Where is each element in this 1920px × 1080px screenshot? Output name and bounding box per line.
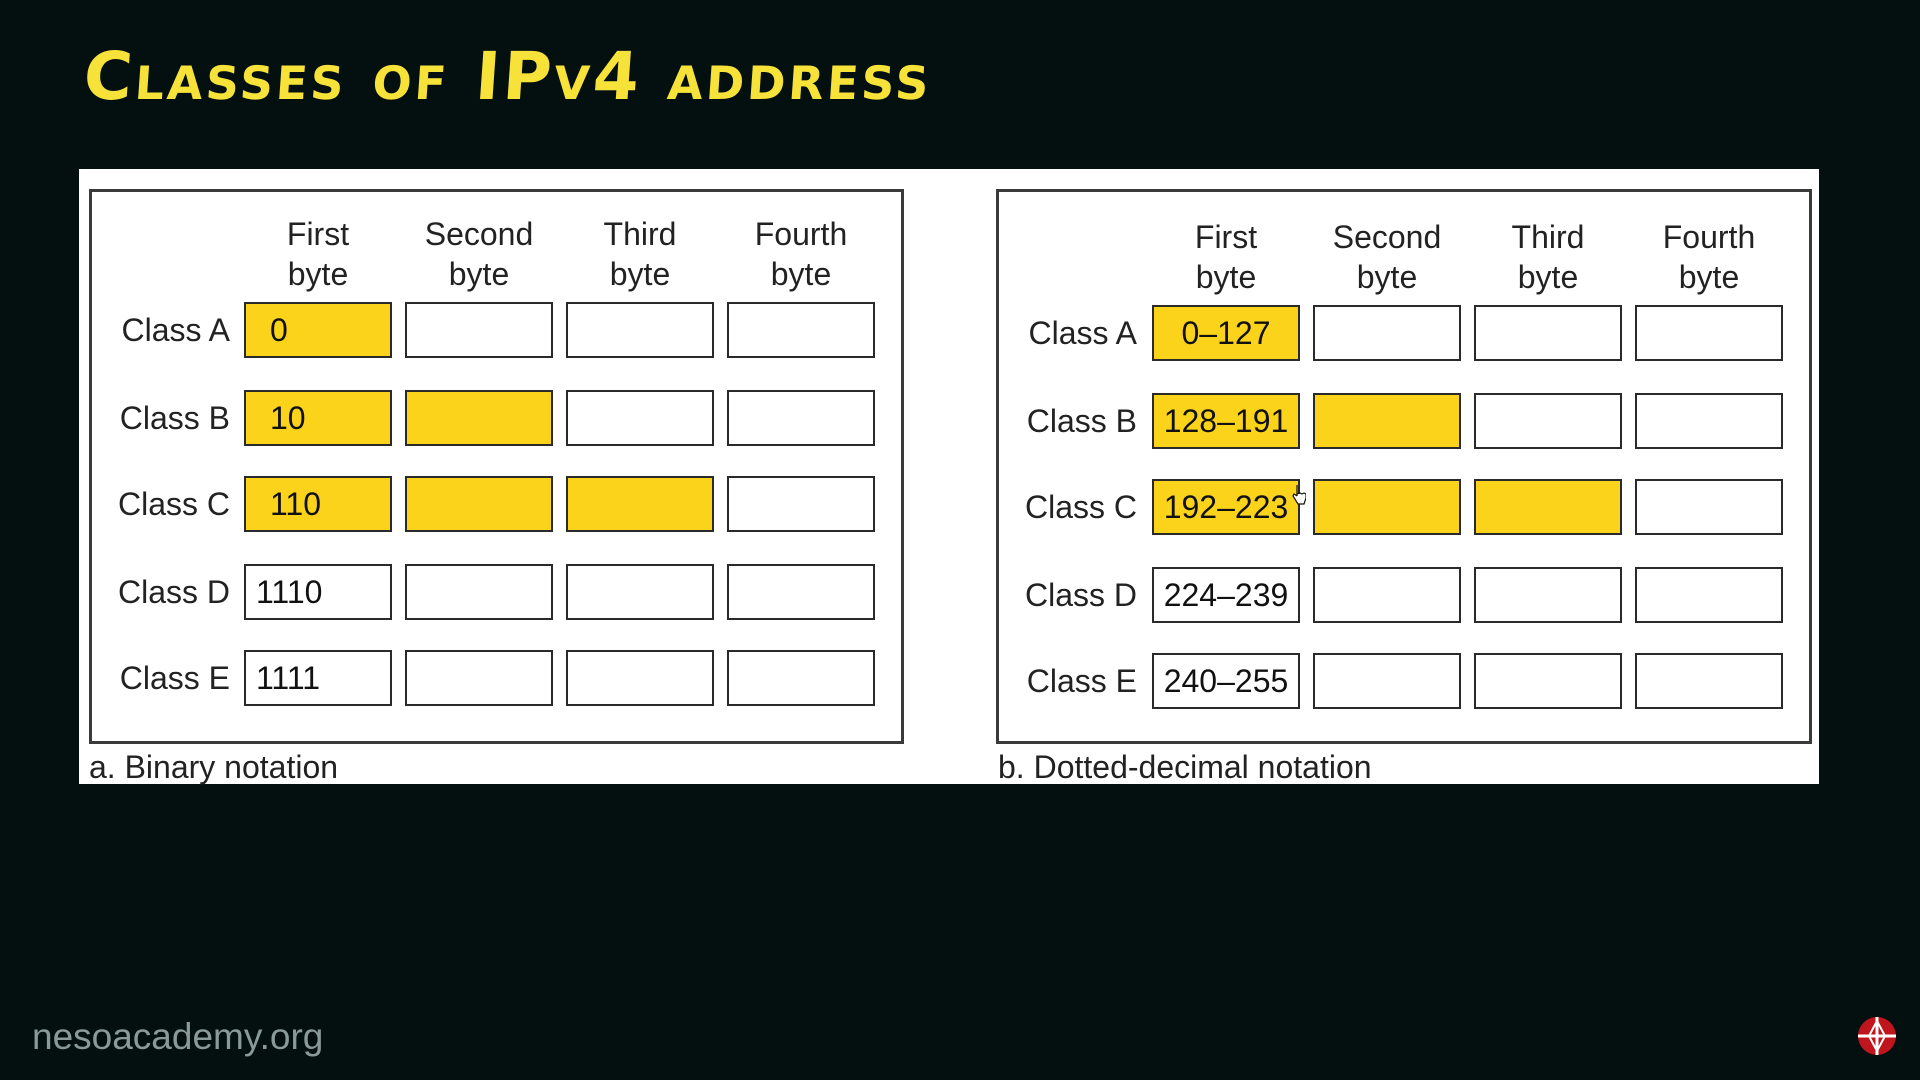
- class-e-second-byte: [405, 650, 553, 706]
- site-watermark: nesoacademy.org: [32, 1016, 324, 1057]
- class-d-label: Class D: [1024, 577, 1137, 613]
- class-a-second-byte: [405, 302, 553, 358]
- binary-notation-panel: First byte Second byte Third byte Fourth…: [89, 189, 904, 744]
- column-header-first-byte: First byte: [1152, 217, 1300, 297]
- class-a-fourth-byte: [727, 302, 875, 358]
- column-header-line: byte: [1356, 259, 1418, 295]
- column-header-line: byte: [448, 256, 510, 292]
- column-header-line: Fourth: [754, 216, 848, 252]
- class-b-fourth-byte: [1635, 393, 1783, 449]
- column-header-line: byte: [1678, 259, 1740, 295]
- class-c-third-byte: [1474, 479, 1622, 535]
- class-b-first-byte: 128–191: [1152, 393, 1300, 449]
- class-a-third-byte: [566, 302, 714, 358]
- column-header-line: byte: [1517, 259, 1579, 295]
- hand-cursor-icon: [1292, 485, 1306, 505]
- class-e-first-byte: 1111: [244, 650, 392, 706]
- column-header-fourth-byte: Fourth byte: [727, 214, 875, 294]
- class-b-first-byte: 10: [244, 390, 392, 446]
- column-header-second-byte: Second byte: [405, 214, 553, 294]
- column-header-second-byte: Second byte: [1313, 217, 1461, 297]
- class-c-fourth-byte: [1635, 479, 1783, 535]
- class-c-first-byte: 110: [244, 476, 392, 532]
- class-b-fourth-byte: [727, 390, 875, 446]
- class-b-third-byte: [1474, 393, 1622, 449]
- class-c-label: Class C: [117, 486, 230, 522]
- column-header-line: byte: [609, 256, 671, 292]
- class-c-first-byte: 192–223: [1152, 479, 1300, 535]
- class-e-first-byte: 240–255: [1152, 653, 1300, 709]
- class-a-fourth-byte: [1635, 305, 1783, 361]
- class-d-third-byte: [1474, 567, 1622, 623]
- class-b-label: Class B: [1026, 403, 1137, 439]
- class-c-second-byte: [1313, 479, 1461, 535]
- class-d-fourth-byte: [1635, 567, 1783, 623]
- column-header-third-byte: Third byte: [1474, 217, 1622, 297]
- ipv4-classes-figure: First byte Second byte Third byte Fourth…: [79, 169, 1819, 785]
- column-header-first-byte: First byte: [244, 214, 392, 294]
- class-d-third-byte: [566, 564, 714, 620]
- column-header-third-byte: Third byte: [566, 214, 714, 294]
- column-header-fourth-byte: Fourth byte: [1635, 217, 1783, 297]
- class-b-second-byte: [405, 390, 553, 446]
- class-d-fourth-byte: [727, 564, 875, 620]
- class-b-label: Class B: [119, 400, 230, 436]
- class-e-fourth-byte: [727, 650, 875, 706]
- column-header-line: byte: [287, 256, 349, 292]
- class-d-first-byte: 1110: [244, 564, 392, 620]
- column-header-line: byte: [770, 256, 832, 292]
- class-a-first-byte: 0: [244, 302, 392, 358]
- column-header-line: Fourth: [1662, 219, 1756, 255]
- class-e-label: Class E: [1026, 663, 1137, 699]
- binary-notation-caption: a. Binary notation: [89, 749, 339, 785]
- class-e-second-byte: [1313, 653, 1461, 709]
- column-header-line: First: [286, 216, 350, 252]
- class-d-second-byte: [405, 564, 553, 620]
- class-a-third-byte: [1474, 305, 1622, 361]
- class-c-second-byte: [405, 476, 553, 532]
- class-c-third-byte: [566, 476, 714, 532]
- class-d-first-byte: 224–239: [1152, 567, 1300, 623]
- class-e-label: Class E: [119, 660, 230, 696]
- neso-logo-icon: [1858, 1017, 1896, 1055]
- class-e-third-byte: [566, 650, 714, 706]
- class-d-label: Class D: [117, 574, 230, 610]
- column-header-line: First: [1194, 219, 1258, 255]
- class-a-second-byte: [1313, 305, 1461, 361]
- dotted-decimal-panel: First byte Second byte Third byte Fourth…: [996, 189, 1812, 744]
- column-header-line: Second: [424, 216, 534, 252]
- column-header-line: Third: [1511, 219, 1585, 255]
- dotted-decimal-caption: b. Dotted-decimal notation: [998, 749, 1372, 785]
- class-b-third-byte: [566, 390, 714, 446]
- column-header-line: byte: [1195, 259, 1257, 295]
- class-a-label: Class A: [1028, 315, 1137, 351]
- class-e-fourth-byte: [1635, 653, 1783, 709]
- class-a-label: Class A: [121, 312, 230, 348]
- class-a-first-byte: 0–127: [1152, 305, 1300, 361]
- class-c-label: Class C: [1024, 489, 1137, 525]
- class-e-third-byte: [1474, 653, 1622, 709]
- column-header-line: Second: [1332, 219, 1442, 255]
- column-header-line: Third: [603, 216, 677, 252]
- class-c-fourth-byte: [727, 476, 875, 532]
- class-b-second-byte: [1313, 393, 1461, 449]
- slide-title: Classes of IPv4 address: [81, 38, 935, 115]
- class-d-second-byte: [1313, 567, 1461, 623]
